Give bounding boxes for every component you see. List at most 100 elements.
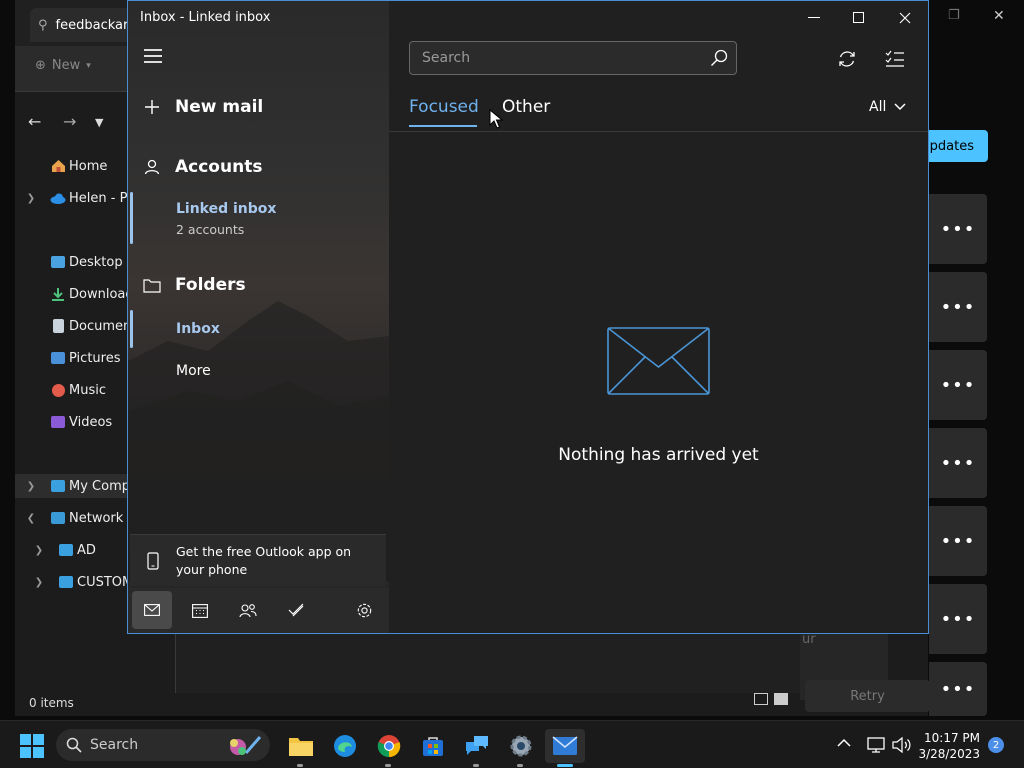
maximize-icon[interactable] bbox=[849, 9, 869, 27]
close-icon[interactable] bbox=[895, 9, 915, 27]
linked-inbox-account[interactable]: Linked inbox bbox=[176, 201, 276, 217]
chevron-right-icon[interactable]: ❯ bbox=[23, 545, 55, 556]
details-view-icon[interactable] bbox=[754, 693, 768, 705]
app-switcher-bar bbox=[128, 588, 389, 633]
tab-focused-underline bbox=[409, 125, 477, 127]
search-highlight-icon bbox=[230, 736, 262, 755]
chevron-right-icon[interactable]: ❯ bbox=[15, 193, 47, 204]
item-count: 0 items bbox=[29, 696, 74, 710]
mail-navigation-pane: Inbox - Linked inbox New mail Accounts L… bbox=[128, 1, 389, 633]
document-icon bbox=[47, 318, 69, 334]
person-icon bbox=[128, 159, 175, 175]
hamburger-menu-icon[interactable] bbox=[144, 49, 162, 65]
view-toggle[interactable] bbox=[754, 693, 788, 705]
more-options-button[interactable]: ••• bbox=[929, 272, 987, 342]
envelope-icon bbox=[607, 327, 710, 395]
taskbar-search[interactable]: Search bbox=[56, 729, 270, 761]
folder-more[interactable]: More bbox=[176, 363, 211, 379]
more-options-button[interactable]: ••• bbox=[929, 506, 987, 576]
computer-icon bbox=[55, 542, 77, 558]
chevron-up-icon[interactable] bbox=[837, 738, 851, 748]
chevron-right-icon[interactable]: ❯ bbox=[15, 481, 47, 492]
mouse-cursor-icon bbox=[489, 109, 503, 129]
selection-mode-icon[interactable] bbox=[881, 45, 909, 73]
close-icon[interactable]: ✕ bbox=[993, 8, 1005, 24]
cloud-icon bbox=[47, 190, 69, 206]
taskbar: Search 10:17 PM 3/28/2023 2 bbox=[0, 720, 1024, 768]
sync-icon[interactable] bbox=[833, 45, 861, 73]
network-status-icon[interactable] bbox=[867, 736, 887, 754]
folders-button[interactable]: Folders bbox=[128, 271, 389, 299]
network-icon bbox=[47, 510, 69, 526]
tab-other[interactable]: Other bbox=[502, 97, 550, 117]
plus-circle-icon: ⊕ bbox=[35, 58, 46, 73]
more-options-button[interactable]: ••• bbox=[929, 350, 987, 420]
back-arrow-icon[interactable]: ← bbox=[28, 112, 41, 131]
chevron-right-icon[interactable]: ❯ bbox=[23, 577, 55, 588]
message-list-pane: Focused Other All Nothing has arrived ye… bbox=[389, 1, 928, 633]
minimize-icon[interactable] bbox=[804, 9, 824, 27]
settings-gear-icon[interactable] bbox=[344, 591, 384, 629]
new-button[interactable]: ⊕ New ▾ bbox=[35, 58, 91, 73]
home-icon bbox=[47, 158, 69, 174]
explorer-tab-title: feedbackarc bbox=[55, 17, 136, 33]
filter-dropdown[interactable]: All bbox=[869, 99, 906, 115]
search-icon: ⚲ bbox=[38, 17, 48, 33]
taskbar-search-label: Search bbox=[90, 737, 139, 753]
empty-inbox-message: Nothing has arrived yet bbox=[558, 445, 759, 465]
mail-icon[interactable] bbox=[132, 591, 172, 629]
file-explorer-taskbar-icon[interactable] bbox=[281, 729, 321, 767]
tab-focused[interactable]: Focused bbox=[409, 97, 479, 117]
selected-folder-indicator bbox=[130, 310, 133, 348]
selected-account-indicator bbox=[130, 192, 133, 244]
more-options-button[interactable]: ••• bbox=[929, 584, 987, 654]
settings-app-icon[interactable] bbox=[501, 729, 541, 767]
phone-icon bbox=[130, 551, 176, 570]
folder-icon bbox=[128, 278, 175, 293]
accounts-button[interactable]: Accounts bbox=[128, 153, 389, 181]
clock-time: 10:17 PM bbox=[924, 731, 980, 745]
restore-icon[interactable]: ❐ bbox=[948, 8, 960, 23]
window-title: Inbox - Linked inbox bbox=[140, 10, 271, 25]
volume-icon[interactable] bbox=[892, 736, 912, 754]
clock-date: 3/28/2023 bbox=[918, 747, 980, 761]
calendar-icon[interactable] bbox=[180, 591, 220, 629]
more-options-button[interactable]: ••• bbox=[929, 194, 987, 264]
mail-window: Inbox - Linked inbox New mail Accounts L… bbox=[127, 0, 929, 634]
background-dialog bbox=[175, 633, 800, 693]
music-icon bbox=[47, 382, 69, 398]
explorer-status-bar: 0 items bbox=[15, 690, 928, 716]
start-button[interactable] bbox=[20, 734, 44, 758]
search-icon bbox=[66, 737, 82, 753]
notification-badge[interactable]: 2 bbox=[988, 737, 1004, 753]
search-icon[interactable] bbox=[702, 42, 736, 74]
todo-check-icon[interactable] bbox=[276, 591, 316, 629]
edge-browser-icon[interactable] bbox=[325, 729, 365, 763]
search-box[interactable] bbox=[409, 41, 737, 75]
videos-icon bbox=[47, 414, 69, 430]
retry-button[interactable]: Retry bbox=[805, 680, 930, 712]
header-divider bbox=[389, 131, 928, 132]
tiles-view-icon[interactable] bbox=[774, 693, 788, 705]
chevron-down-icon: ▾ bbox=[86, 60, 91, 71]
recent-chevron-icon[interactable]: ▼ bbox=[95, 116, 103, 129]
more-options-button[interactable]: ••• bbox=[929, 662, 987, 716]
forward-arrow-icon[interactable]: → bbox=[63, 112, 76, 131]
filter-label: All bbox=[869, 99, 887, 115]
search-input[interactable] bbox=[422, 50, 702, 66]
clock[interactable]: 10:17 PM 3/28/2023 bbox=[918, 730, 980, 762]
feedback-hub-icon[interactable] bbox=[457, 729, 497, 767]
download-icon bbox=[47, 286, 69, 302]
mail-app-taskbar-icon[interactable] bbox=[545, 729, 585, 767]
folder-inbox[interactable]: Inbox bbox=[176, 321, 220, 337]
more-options-button[interactable]: ••• bbox=[929, 428, 987, 498]
chrome-browser-icon[interactable] bbox=[369, 729, 409, 767]
computer-icon bbox=[47, 478, 69, 494]
outlook-app-promo[interactable]: Get the free Outlook app on your phone bbox=[130, 534, 386, 586]
windows-logo-icon bbox=[20, 734, 31, 745]
chevron-down-icon bbox=[894, 103, 906, 111]
microsoft-store-icon[interactable] bbox=[413, 729, 453, 763]
people-icon[interactable] bbox=[228, 591, 268, 629]
chevron-down-icon[interactable]: ❮ bbox=[15, 513, 47, 524]
new-mail-button[interactable]: New mail bbox=[128, 93, 389, 121]
